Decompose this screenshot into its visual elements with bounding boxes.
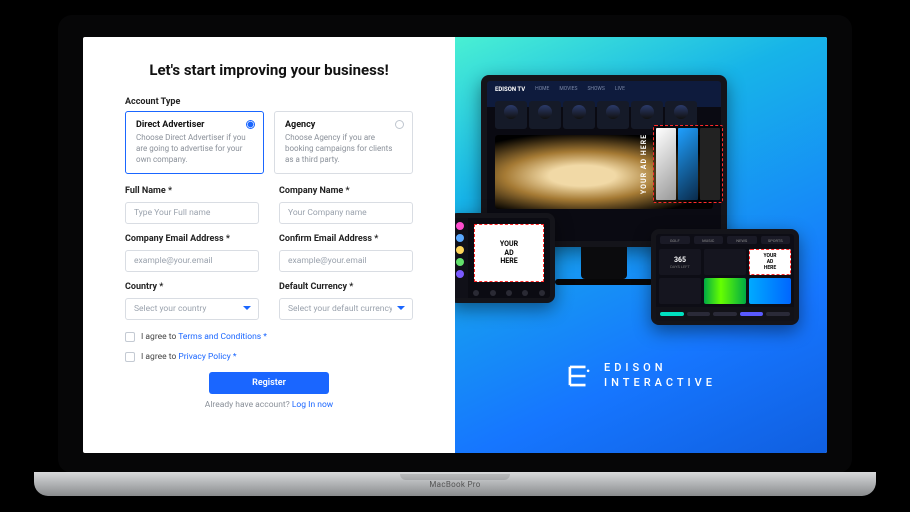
terms-checkbox-row[interactable]: I agree to Terms and Conditions *: [125, 332, 413, 342]
logo-icon: [566, 363, 592, 389]
promo-panel: EDISON TV HOMEMOVIESSHOWSLIVE YOUR AD HE…: [455, 37, 827, 453]
privacy-text: I agree to Privacy Policy *: [141, 352, 237, 362]
full-name-label: Full Name *: [125, 186, 259, 196]
checkbox-icon[interactable]: [125, 352, 135, 362]
account-type-direct-advertiser[interactable]: Direct Advertiser Choose Direct Advertis…: [125, 111, 264, 174]
checkbox-icon[interactable]: [125, 332, 135, 342]
currency-select[interactable]: [279, 298, 413, 320]
confirm-email-label: Confirm Email Address *: [279, 234, 413, 244]
page-title: Let's start improving your business!: [125, 61, 413, 79]
laptop-model-label: MacBook Pro: [34, 480, 876, 489]
ad-strip: YOUR AD HERE: [653, 125, 723, 203]
account-type-desc: Choose Direct Advertiser if you are goin…: [136, 133, 253, 165]
ad-strip-label: YOUR AD HERE: [640, 134, 648, 194]
login-prompt: Already have account? Log In now: [125, 400, 413, 410]
dash-ad: YOUR AD HERE: [749, 249, 791, 275]
terms-link[interactable]: Terms and Conditions *: [178, 332, 267, 342]
laptop-base: MacBook Pro: [34, 472, 876, 496]
dash-stat: 365DAYS LEFT: [659, 249, 701, 275]
account-type-agency[interactable]: Agency Choose Agency if you are booking …: [274, 111, 413, 174]
brand-logo: EDISON INTERACTIVE: [566, 361, 716, 391]
company-name-label: Company Name *: [279, 186, 413, 196]
full-name-input[interactable]: [125, 202, 259, 224]
tv-brand: EDISON TV: [495, 86, 525, 93]
tablet-ad: YOUR AD HERE: [474, 224, 544, 282]
account-type-desc: Choose Agency if you are booking campaig…: [285, 133, 402, 165]
register-button[interactable]: Register: [209, 372, 330, 394]
account-type-title: Agency: [285, 120, 402, 130]
login-link[interactable]: Log In now: [292, 400, 333, 410]
brand-line1: EDISON: [604, 361, 716, 376]
registration-form: Let's start improving your business! Acc…: [83, 37, 455, 453]
account-type-label: Account Type: [125, 97, 413, 107]
company-email-input[interactable]: [125, 250, 259, 272]
account-type-title: Direct Advertiser: [136, 120, 253, 130]
privacy-link[interactable]: Privacy Policy *: [178, 352, 236, 362]
company-name-input[interactable]: [279, 202, 413, 224]
privacy-checkbox-row[interactable]: I agree to Privacy Policy *: [125, 352, 413, 362]
confirm-email-input[interactable]: [279, 250, 413, 272]
monitor-stand: [581, 247, 627, 279]
promo-tablet-left: YOUR AD HERE: [455, 213, 555, 303]
radio-icon: [395, 120, 404, 129]
brand-line2: INTERACTIVE: [604, 376, 716, 391]
country-label: Country *: [125, 282, 259, 292]
country-select[interactable]: [125, 298, 259, 320]
promo-tablet-right: GOLFMUSICNEWSSPORTS 365DAYS LEFT YOUR AD…: [651, 229, 799, 325]
currency-label: Default Currency *: [279, 282, 413, 292]
radio-icon: [246, 120, 255, 129]
company-email-label: Company Email Address *: [125, 234, 259, 244]
terms-text: I agree to Terms and Conditions *: [141, 332, 267, 342]
